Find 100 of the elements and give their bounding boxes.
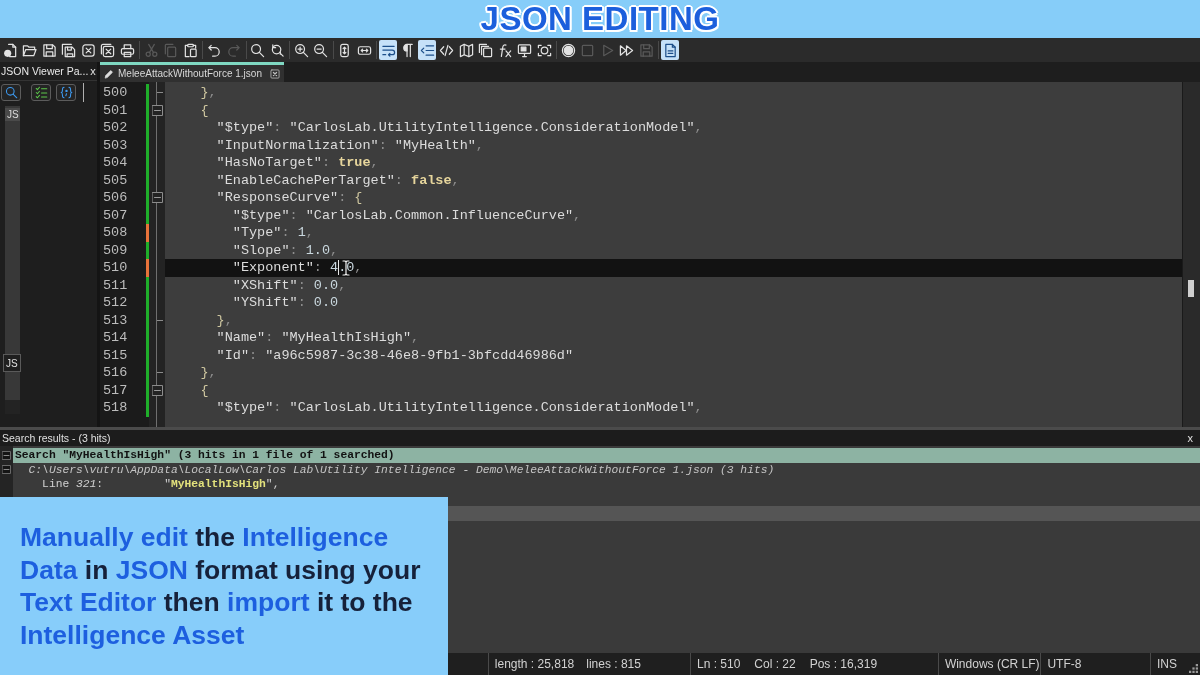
folder-icon (22, 42, 37, 58)
document-length: length : 25,818 (494, 657, 575, 671)
line-number: 508 (102, 224, 129, 242)
braces-icon (59, 85, 73, 99)
pilcrow-icon (400, 42, 415, 58)
fold-box-icon[interactable] (151, 384, 163, 396)
line-ending: Windows (CR LF) (944, 657, 1040, 671)
code-line: "$type": "CarlosLab.Common.InfluenceCurve", (231, 206, 583, 224)
caret-position: Pos : 16,319 (809, 657, 878, 671)
new-document-icon (2, 42, 18, 58)
code-line: "YShift": 0.0 (231, 294, 340, 312)
line-number: 515 (102, 346, 129, 364)
code-line: "$type": "CarlosLab.UtilityIntelligence.ConsiderationModel", (215, 399, 704, 417)
code-line: "XShift": 0.0, (231, 276, 348, 294)
callout-text: Manually edit the Intelligence Data in JSON format using your Text Editor then import it to the Intelligence Asset (20, 521, 422, 651)
code-line: "Type": 1, (231, 224, 315, 242)
insert-mode: INS (1157, 657, 1177, 671)
panel-title: Search results - (3 hits) (2, 432, 111, 444)
tree-node[interactable]: JS (5, 108, 20, 121)
line-number: 511 (102, 276, 129, 294)
close-icon (80, 42, 96, 58)
record-icon (560, 42, 576, 58)
code-line: { (199, 381, 210, 399)
checklist-button[interactable] (31, 83, 51, 101)
close-button[interactable]: x (1185, 432, 1195, 444)
line-number: 504 (102, 154, 129, 172)
encoding: UTF-8 (1047, 657, 1082, 671)
scissors-icon (143, 42, 159, 58)
fold-box-icon[interactable] (2, 465, 11, 475)
line-number: 509 (102, 241, 129, 259)
line-number: 506 (102, 189, 129, 207)
resize-grip-icon[interactable] (1189, 664, 1198, 673)
floppy-disks-icon (61, 42, 76, 58)
code-line: }, (199, 84, 218, 102)
search-file-line[interactable]: C:\Users\vutru\AppData\LocalLow\Carlos Lab\Utility Intelligence - Demo\MeleeAttackWithoutForce 1.json (3 hits) (13, 462, 1200, 477)
search-icon (4, 85, 18, 99)
checklist-icon (34, 85, 48, 99)
line-number: 512 (102, 294, 129, 312)
line-number: 517 (102, 381, 129, 399)
braces-button[interactable] (56, 83, 76, 101)
line-number: 513 (102, 311, 129, 329)
search-icon (250, 42, 265, 58)
line-number: 510 (102, 259, 129, 277)
stop-icon (580, 42, 595, 58)
document-icon (662, 42, 678, 58)
line-number: 503 (102, 136, 129, 154)
toolbar-button[interactable] (379, 40, 397, 60)
replace-icon (269, 42, 285, 58)
toolbar-button[interactable] (661, 40, 679, 60)
file-tab[interactable]: MeleeAttackWithoutForce 1.json (100, 62, 284, 82)
code-line: { (199, 101, 210, 119)
monitor-icon (517, 42, 532, 58)
line-number: 518 (102, 399, 129, 417)
copy-icon (163, 42, 178, 58)
banner-title: JSON EDITING (480, 1, 720, 37)
zoom-in-icon (293, 42, 309, 58)
caret-line: Ln : 510 (696, 657, 741, 671)
focus-frame-icon (536, 42, 552, 58)
code-line: "$type": "CarlosLab.UtilityIntelligence.ConsiderationModel", (215, 119, 704, 137)
indent-guide-icon (419, 42, 435, 58)
line-number: 505 (102, 171, 129, 189)
code-line: "EnableCachePerTarget": false, (215, 171, 461, 189)
fold-box-icon[interactable] (2, 450, 11, 460)
close-button[interactable]: x (88, 65, 98, 77)
tree-node-tooltip: JS (3, 354, 21, 372)
code-line: "Name": "MyHealthIsHigh", (215, 329, 421, 347)
map-icon (458, 42, 474, 58)
fold-box-icon[interactable] (151, 104, 163, 116)
tab-close-button[interactable] (269, 68, 280, 79)
line-count: lines : 815 (586, 657, 641, 671)
vertical-arrows-icon (337, 42, 352, 58)
search-hit-line[interactable]: Line 321: "MyHealthIsHigh", (13, 477, 1200, 492)
line-number: 516 (102, 364, 129, 382)
code-line: }, (215, 311, 234, 329)
scrollbar-thumb[interactable] (1188, 280, 1194, 297)
line-number: 500 (102, 84, 129, 102)
panel-title: JSON Viewer Pa... (1, 65, 89, 77)
caret-column: Col : 22 (754, 657, 796, 671)
pages-icon (478, 42, 493, 58)
zoom-out-icon (313, 42, 328, 58)
code-line: "HasNoTarget": true, (215, 154, 380, 172)
clipboard-icon (182, 42, 198, 58)
code-line: "Id": "a96c5987-3c38-46e8-9fb1-3bfcdd46986d" (215, 346, 575, 364)
printer-icon (119, 42, 135, 58)
code-line: "ResponseCurve": { (215, 189, 364, 207)
fold-box-icon[interactable] (151, 192, 163, 204)
close-all-icon (100, 42, 115, 58)
code-line: "Slope": 1.0, (231, 241, 340, 259)
search-button[interactable] (1, 83, 21, 101)
fast-forward-icon (619, 42, 634, 58)
code-line: }, (199, 364, 218, 382)
code-brackets-icon (439, 42, 454, 58)
close-icon (269, 68, 280, 79)
line-number: 514 (102, 329, 129, 347)
code-line: "InputNormalization": "MyHealth", (215, 136, 485, 154)
line-number: 507 (102, 206, 129, 224)
toolbar-button[interactable] (418, 40, 436, 60)
line-number: 501 (102, 101, 129, 119)
function-icon (497, 42, 513, 58)
pencil-icon (104, 68, 114, 79)
